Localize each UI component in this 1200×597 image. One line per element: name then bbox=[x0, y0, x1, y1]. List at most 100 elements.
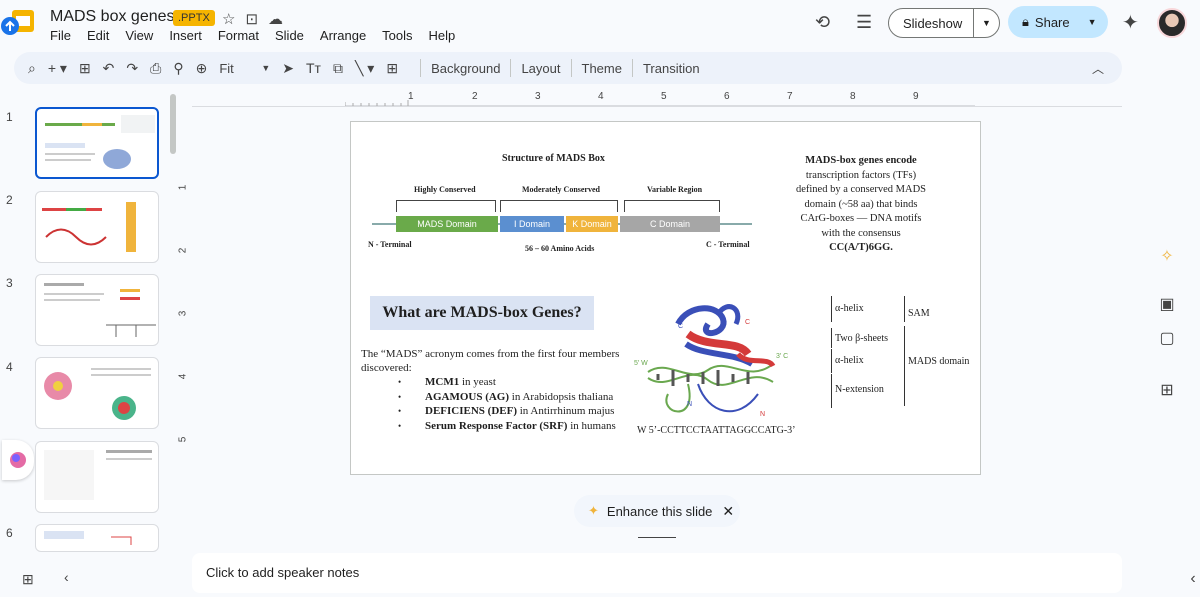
zoom-icon[interactable]: ⊕ bbox=[196, 60, 208, 77]
list-item: MCM1 in yeast bbox=[398, 375, 616, 390]
structure-title[interactable]: Structure of MADS Box bbox=[502, 153, 605, 164]
filmstrip-scrollbar[interactable] bbox=[170, 94, 176, 154]
line-icon[interactable]: ╲ ▾ bbox=[355, 60, 374, 77]
c-label-left: C bbox=[678, 323, 684, 330]
n-terminal-label[interactable]: N - Terminal bbox=[368, 240, 412, 249]
share-button[interactable]: 🔒︎ Share ▼ bbox=[1008, 6, 1108, 38]
side-panel-expand-icon[interactable]: ‹ bbox=[1184, 570, 1200, 588]
description-text[interactable]: MADS-box genes encode transcription fact… bbox=[791, 154, 931, 256]
gemini-side-tab[interactable] bbox=[2, 440, 34, 480]
members-list[interactable]: MCM1 in yeast AGAMOUS (AG) in Arabidopsi… bbox=[398, 375, 616, 433]
dna-sequence[interactable]: W 5’-CCTTCCTAATTAGGCCATG-3’ bbox=[637, 425, 795, 436]
slideshow-button[interactable]: Slideshow ▼ bbox=[888, 8, 1000, 38]
n-label-right: N bbox=[760, 411, 766, 418]
paint-format-icon[interactable]: ⚲ bbox=[173, 60, 183, 77]
toolbar-divider bbox=[420, 59, 422, 77]
list-item: Serum Response Factor (SRF) in humans bbox=[398, 419, 616, 434]
new-slide-icon[interactable]: + ▾ bbox=[48, 60, 67, 77]
k-domain-segment[interactable]: K Domain bbox=[566, 216, 618, 232]
variable-region-label[interactable]: Variable Region bbox=[647, 185, 702, 194]
comment-add-icon[interactable]: ⊞ bbox=[386, 60, 398, 77]
gemini-icon[interactable]: ✦ bbox=[1122, 10, 1139, 35]
slide-thumbnail-6[interactable] bbox=[35, 524, 159, 552]
toolbar-divider bbox=[510, 59, 512, 77]
move-folder-icon[interactable]: ⊡ bbox=[245, 10, 258, 28]
alpha-helix-label[interactable]: α-helix bbox=[835, 303, 864, 314]
slides-logo-icon[interactable] bbox=[0, 8, 44, 36]
keep-icon[interactable]: ▣ bbox=[1158, 294, 1176, 314]
five-prime-label: 5′ W bbox=[634, 360, 648, 367]
menu-tools[interactable]: Tools bbox=[382, 28, 412, 43]
layout-button[interactable]: Layout bbox=[521, 61, 560, 76]
protein-structure-image[interactable] bbox=[628, 294, 800, 426]
undo-icon[interactable]: ↶ bbox=[103, 60, 115, 77]
chevron-down-icon[interactable]: ▼ bbox=[1088, 17, 1097, 27]
c-domain-segment[interactable]: C Domain bbox=[620, 216, 720, 232]
menu-arrange[interactable]: Arrange bbox=[320, 28, 366, 43]
collapse-toolbar-icon[interactable]: ︿ bbox=[1092, 60, 1104, 77]
beta-sheets-label[interactable]: Two β-sheets bbox=[835, 333, 888, 344]
n-label-left: N bbox=[687, 401, 693, 408]
alpha-helix-label-2[interactable]: α-helix bbox=[835, 355, 864, 366]
slide-number: 2 bbox=[6, 193, 13, 207]
list-item: AGAMOUS (AG) in Arabidopsis thaliana bbox=[398, 390, 616, 405]
search-menus-icon[interactable]: ⌕ bbox=[28, 60, 36, 77]
menu-format[interactable]: Format bbox=[218, 28, 259, 43]
close-icon[interactable]: ✕ bbox=[722, 503, 734, 520]
notes-resize-handle[interactable] bbox=[638, 537, 676, 538]
slide-thumbnail-2[interactable] bbox=[35, 191, 159, 263]
slide-number: 4 bbox=[6, 360, 13, 374]
i-domain-segment[interactable]: I Domain bbox=[500, 216, 564, 232]
menu-edit[interactable]: Edit bbox=[87, 28, 109, 43]
comments-icon[interactable]: ☰ bbox=[856, 12, 872, 33]
history-icon[interactable]: ⟲ bbox=[815, 12, 830, 33]
collapse-filmstrip-icon[interactable]: ‹ bbox=[64, 569, 69, 585]
menu-view[interactable]: View bbox=[125, 28, 153, 43]
text-box-icon[interactable]: Tт bbox=[306, 60, 321, 76]
transition-button[interactable]: Transition bbox=[643, 61, 700, 76]
avatar[interactable] bbox=[1157, 8, 1187, 38]
enhance-slide-chip[interactable]: ✦ Enhance this slide ✕ bbox=[574, 495, 740, 527]
document-title[interactable]: MADS box genes bbox=[50, 8, 175, 26]
slide-thumbnail-3[interactable] bbox=[35, 274, 159, 346]
slide-thumbnail-1[interactable] bbox=[35, 107, 159, 179]
image-icon[interactable]: ⧉ bbox=[333, 60, 343, 77]
star-icon[interactable]: ☆ bbox=[222, 10, 235, 28]
zoom-select[interactable]: Fit bbox=[219, 61, 261, 76]
mads-domain-segment[interactable]: MADS Domain bbox=[396, 216, 498, 232]
new-slide-layout-icon[interactable]: ⊞ bbox=[79, 60, 91, 77]
what-heading[interactable]: What are MADS-box Genes? bbox=[370, 296, 594, 330]
menu-insert[interactable]: Insert bbox=[169, 28, 202, 43]
grid-view-icon[interactable]: ⊞ bbox=[22, 571, 34, 588]
menu-help[interactable]: Help bbox=[429, 28, 456, 43]
acronym-text[interactable]: The “MADS” acronym comes from the first … bbox=[361, 347, 619, 375]
enhance-label: Enhance this slide bbox=[606, 503, 713, 519]
redo-icon[interactable]: ↷ bbox=[126, 60, 138, 77]
select-cursor-icon[interactable]: ➤ bbox=[282, 60, 294, 77]
gemini-sparkle-icon[interactable]: ✧ bbox=[1158, 246, 1176, 266]
chevron-down-icon[interactable]: ▼ bbox=[261, 63, 270, 73]
menu-file[interactable]: File bbox=[50, 28, 71, 43]
sam-label[interactable]: SAM bbox=[908, 308, 930, 319]
acronym-line: discovered: bbox=[361, 362, 412, 374]
cloud-status-icon[interactable]: ☁ bbox=[268, 10, 283, 28]
menu-bar: File Edit View Insert Format Slide Arran… bbox=[50, 28, 455, 43]
theme-button[interactable]: Theme bbox=[582, 61, 622, 76]
moderately-conserved-label[interactable]: Moderately Conserved bbox=[522, 185, 600, 194]
n-extension-label[interactable]: N-extension bbox=[835, 384, 884, 395]
menu-slide[interactable]: Slide bbox=[275, 28, 304, 43]
slide-number: 6 bbox=[6, 526, 13, 540]
chevron-down-icon[interactable]: ▼ bbox=[974, 18, 991, 28]
tasks-icon[interactable]: ▢ bbox=[1158, 328, 1176, 348]
background-button[interactable]: Background bbox=[431, 61, 500, 76]
slide-thumbnail-4[interactable] bbox=[35, 357, 159, 429]
add-addon-icon[interactable]: ⊞ bbox=[1158, 380, 1176, 400]
c-terminal-label[interactable]: C - Terminal bbox=[706, 240, 750, 249]
slide-thumbnail-5[interactable] bbox=[35, 441, 159, 513]
speaker-notes[interactable]: Click to add speaker notes bbox=[192, 553, 1122, 593]
highly-conserved-label[interactable]: Highly Conserved bbox=[414, 185, 476, 194]
amino-acids-label[interactable]: 56 – 60 Amino Acids bbox=[525, 244, 594, 253]
print-icon[interactable]: ⎙ bbox=[150, 60, 161, 77]
horizontal-ruler bbox=[344, 92, 975, 106]
mads-domain-label[interactable]: MADS domain bbox=[908, 356, 969, 367]
